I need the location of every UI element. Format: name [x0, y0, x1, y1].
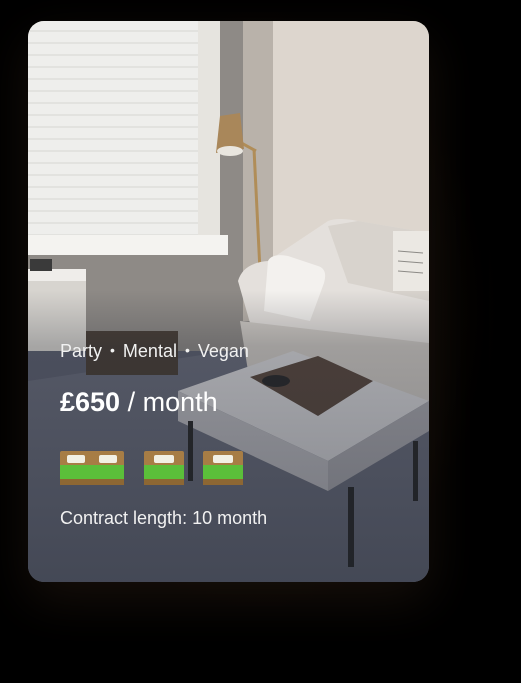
listing-card[interactable]: Party • Mental • Vegan £650 / month Cont… [28, 21, 429, 582]
single-bed-icon [201, 449, 245, 494]
contract-length: Contract length: 10 month [60, 508, 268, 528]
tag-vegan: Vegan [197, 341, 249, 361]
tag-separator: • [184, 342, 190, 358]
single-bed-icon [142, 449, 186, 494]
price-line: £650 / month [60, 387, 218, 418]
tag-mental: Mental [122, 341, 177, 361]
tag-separator: • [110, 342, 115, 358]
price-period: / month [127, 387, 218, 417]
tag-party: Party [60, 341, 103, 361]
photo-darken-overlay [28, 21, 429, 582]
price-amount: £650 [60, 387, 121, 417]
double-bed-icon [58, 449, 126, 494]
bed-icons [58, 449, 245, 494]
lifestyle-tags: Party • Mental • Vegan [60, 341, 249, 362]
